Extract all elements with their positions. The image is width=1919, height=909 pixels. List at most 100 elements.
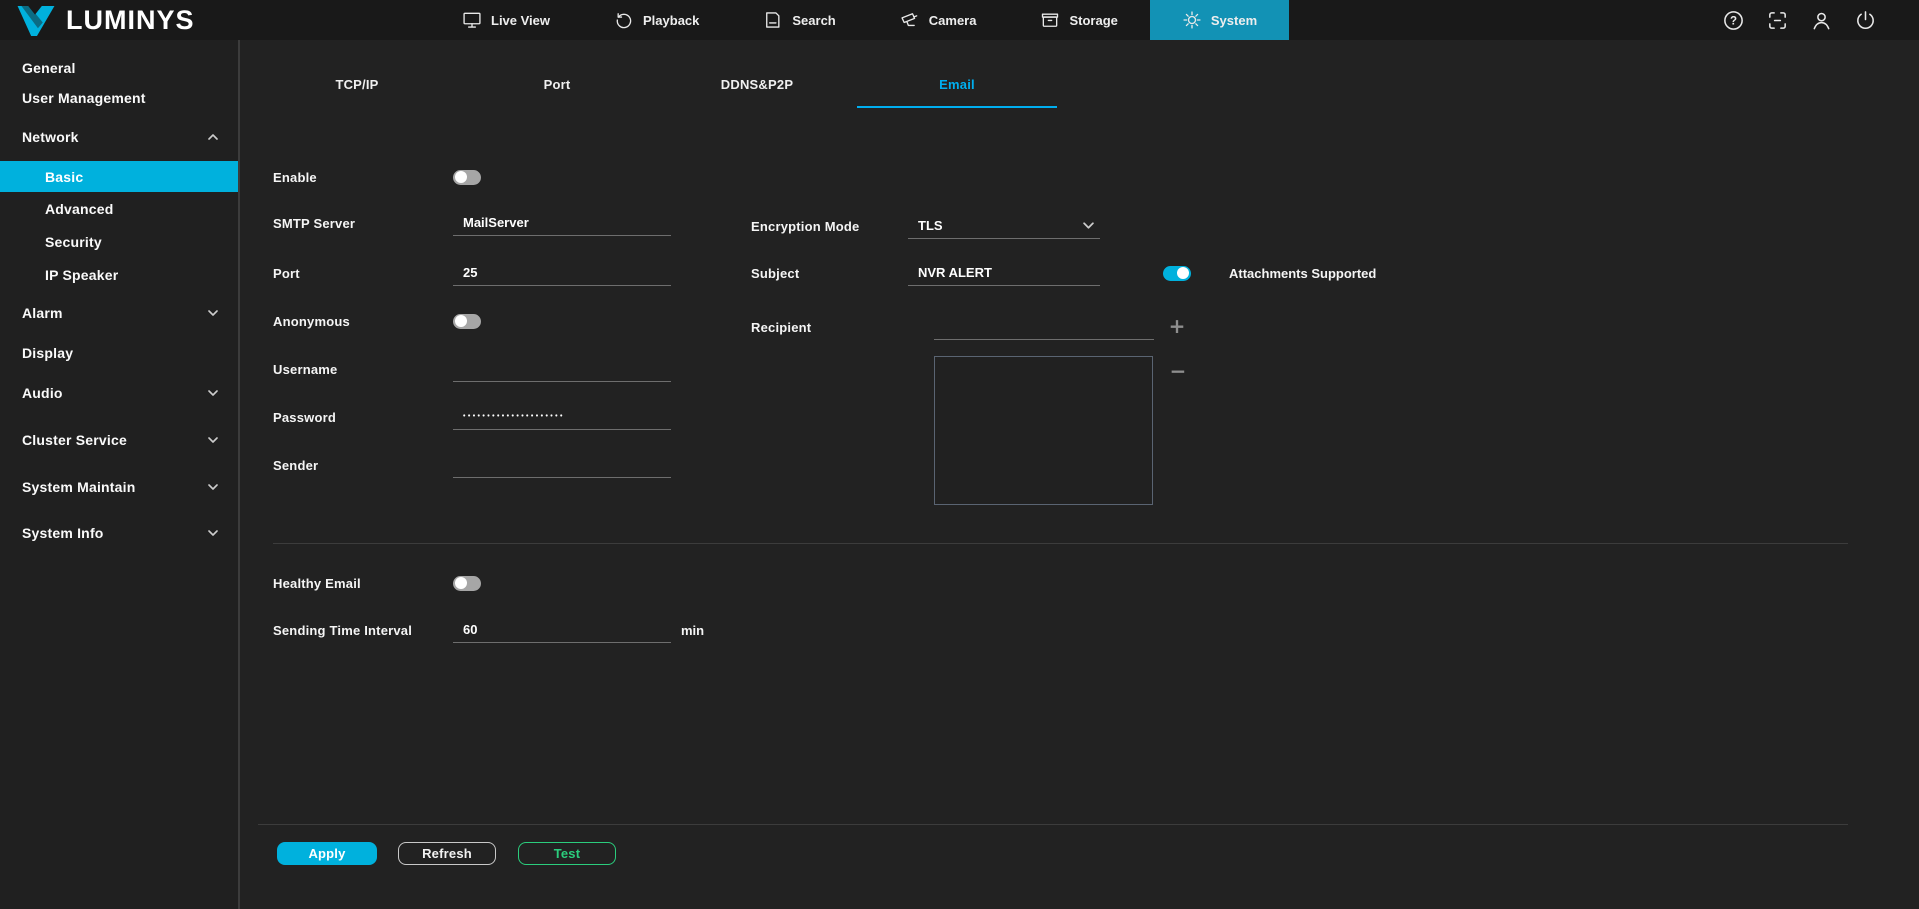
refresh-button[interactable]: Refresh [398, 842, 496, 865]
power-button[interactable] [1853, 8, 1877, 32]
sending-interval-label: Sending Time Interval [273, 623, 453, 638]
document-icon [763, 10, 783, 30]
recipient-label: Recipient [751, 320, 908, 335]
nav-label: Live View [491, 13, 550, 28]
tab-tcpip[interactable]: TCP/IP [257, 62, 457, 108]
nav-label: Search [792, 13, 835, 28]
tab-label: Port [544, 77, 571, 92]
sender-label: Sender [273, 458, 453, 473]
sidebar-item-system-info[interactable]: System Info [0, 518, 238, 548]
anonymous-toggle[interactable] [453, 314, 481, 329]
cctv-camera-icon [900, 10, 920, 30]
port-row: Port 25 [273, 260, 671, 286]
username-row: Username [273, 356, 671, 382]
sidebar-item-network-basic[interactable]: Basic [0, 161, 238, 192]
test-button[interactable]: Test [518, 842, 616, 865]
sidebar-item-display[interactable]: Display [0, 338, 238, 368]
nav-item-camera[interactable]: Camera [868, 0, 1009, 40]
help-button[interactable]: ? [1721, 8, 1745, 32]
footer-divider [258, 824, 1848, 825]
sending-interval-input[interactable]: 60 [453, 617, 671, 643]
sidebar-item-user-management[interactable]: User Management [0, 83, 238, 113]
port-label: Port [273, 266, 453, 281]
chevron-down-icon [208, 390, 218, 396]
username-label: Username [273, 362, 453, 377]
content-panel: TCP/IP Port DDNS&P2P Email Enable SMTP S… [240, 40, 1919, 909]
chevron-down-icon [208, 530, 218, 536]
sidebar-item-label: IP Speaker [45, 267, 118, 283]
tab-port[interactable]: Port [457, 62, 657, 108]
attachments-toggle[interactable] [1163, 266, 1191, 281]
brand-logo-icon [16, 4, 56, 37]
sidebar-item-label: User Management [22, 90, 146, 106]
sidebar-item-network-security[interactable]: Security [0, 227, 238, 257]
topbar-actions: ? [1721, 0, 1877, 40]
port-input[interactable]: 25 [453, 260, 671, 286]
add-recipient-button[interactable]: + [1166, 315, 1188, 337]
smtp-server-input[interactable]: MailServer [453, 210, 671, 236]
nav-item-storage[interactable]: Storage [1008, 0, 1149, 40]
nav-item-live-view[interactable]: Live View [430, 0, 582, 40]
sidebar-item-general[interactable]: General [0, 53, 238, 83]
anonymous-label: Anonymous [273, 314, 453, 329]
sidebar-item-network[interactable]: Network [0, 122, 238, 152]
sidebar-item-label: Security [45, 234, 102, 250]
encryption-mode-select[interactable]: TLS [908, 213, 1100, 239]
sidebar-item-label: Network [22, 129, 79, 145]
subject-input[interactable]: NVR ALERT [908, 260, 1100, 286]
sidebar-item-label: Audio [22, 385, 63, 401]
encryption-mode-row: Encryption Mode TLS [751, 213, 1100, 239]
enable-label: Enable [273, 170, 453, 185]
sending-interval-row: Sending Time Interval 60 min [273, 617, 704, 643]
sidebar-item-label: Display [22, 345, 73, 361]
top-bar: LUMINYS Live View Playback Search Camera [0, 0, 1919, 40]
enable-toggle[interactable] [453, 170, 481, 185]
sender-row: Sender [273, 452, 671, 478]
password-input[interactable]: ••••••••••••••••••••• [453, 404, 671, 430]
anonymous-row: Anonymous [273, 308, 481, 334]
subject-label: Subject [751, 266, 908, 281]
sidebar-item-alarm[interactable]: Alarm [0, 298, 238, 328]
sidebar-item-audio[interactable]: Audio [0, 378, 238, 408]
sidebar-item-label: General [22, 60, 76, 76]
nav-item-system[interactable]: System [1150, 0, 1289, 40]
smtp-server-label: SMTP Server [273, 216, 453, 231]
sidebar-item-network-advanced[interactable]: Advanced [0, 194, 238, 224]
nav-item-search[interactable]: Search [731, 0, 867, 40]
tab-ddns-p2p[interactable]: DDNS&P2P [657, 62, 857, 108]
apply-button[interactable]: Apply [277, 842, 377, 865]
sidebar-item-cluster-service[interactable]: Cluster Service [0, 425, 238, 455]
tab-label: Email [939, 77, 975, 92]
smtp-server-row: SMTP Server MailServer [273, 210, 671, 236]
user-icon [1810, 9, 1833, 32]
tab-label: TCP/IP [335, 77, 378, 92]
user-button[interactable] [1809, 8, 1833, 32]
nav-item-playback[interactable]: Playback [582, 0, 731, 40]
sidebar-item-label: Advanced [45, 201, 114, 217]
nav-label: System [1211, 13, 1257, 28]
tab-email[interactable]: Email [857, 62, 1057, 108]
username-input[interactable] [453, 356, 671, 382]
chevron-down-icon [208, 310, 218, 316]
sidebar-item-label: System Info [22, 525, 104, 541]
healthy-email-toggle[interactable] [453, 576, 481, 591]
remove-recipient-button[interactable]: − [1167, 360, 1189, 382]
nav-label: Playback [643, 13, 699, 28]
recipient-row: Recipient [751, 314, 1154, 340]
sending-interval-unit: min [681, 623, 704, 638]
fullscreen-button[interactable] [1765, 8, 1789, 32]
password-label: Password [273, 410, 453, 425]
recipient-input[interactable] [934, 314, 1154, 340]
recipient-list[interactable] [934, 356, 1153, 505]
section-divider [273, 543, 1848, 544]
tab-bar: TCP/IP Port DDNS&P2P Email [257, 62, 1919, 108]
sidebar: General User Management Network Basic Ad… [0, 40, 240, 909]
sidebar-item-system-maintain[interactable]: System Maintain [0, 472, 238, 502]
help-icon: ? [1722, 9, 1745, 32]
enable-row: Enable [273, 164, 481, 190]
svg-text:?: ? [1729, 15, 1736, 27]
encryption-mode-label: Encryption Mode [751, 219, 908, 234]
sidebar-item-network-ip-speaker[interactable]: IP Speaker [0, 260, 238, 290]
sender-input[interactable] [453, 452, 671, 478]
scan-icon [1766, 9, 1789, 32]
